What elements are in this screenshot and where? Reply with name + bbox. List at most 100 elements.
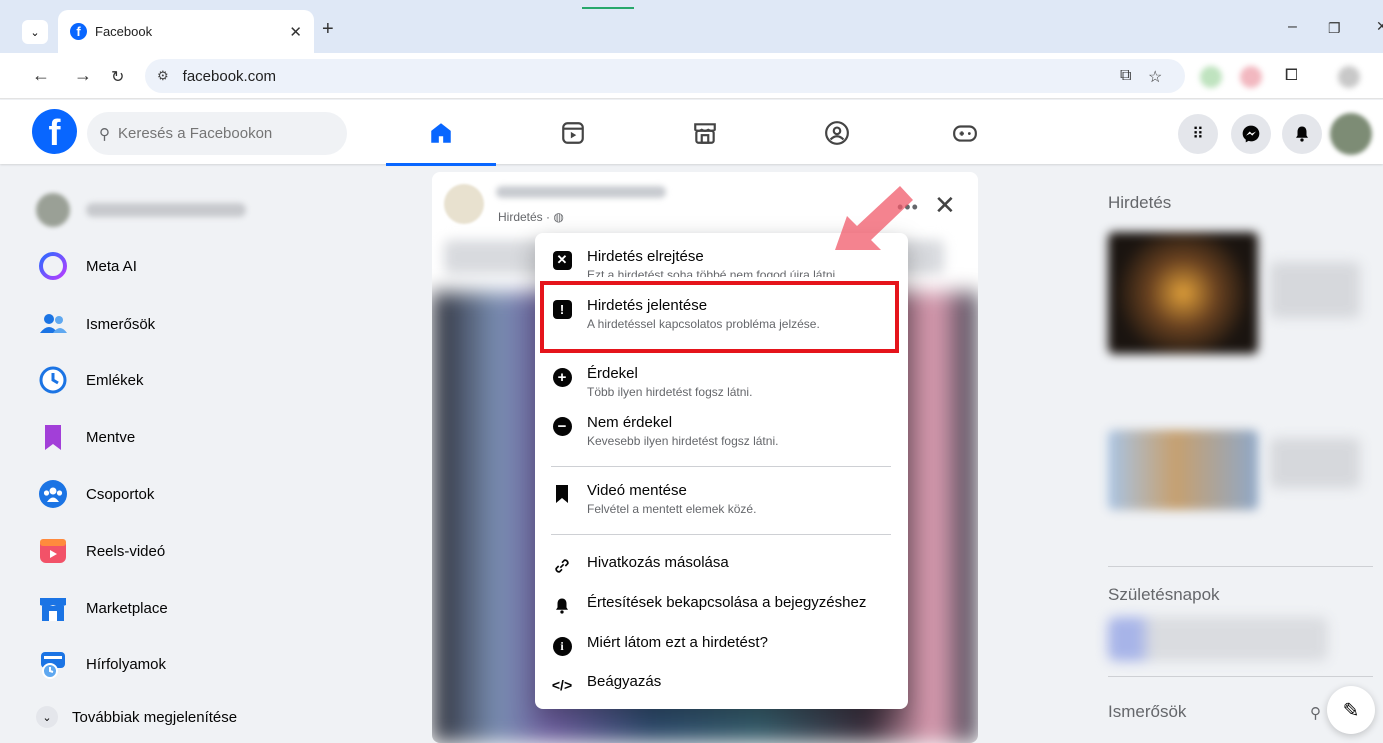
menu-item-subtitle: Kevesebb ilyen hirdetést fogsz látni. [587,434,779,448]
restore-icon[interactable]: ❐ [1328,20,1341,37]
plus-circle-icon: + [551,366,573,388]
menu-item-why-this-ad[interactable]: i Miért látom ezt a hirdetést? [535,633,908,657]
notifications-bell-icon[interactable] [1282,114,1322,154]
back-icon[interactable]: ← [32,65,50,86]
see-more-button[interactable]: ⌄ Továbbiak megjelenítése [36,697,296,737]
marketplace-icon [36,591,70,625]
sidebar-item-friends[interactable]: Ismerősök [36,304,296,344]
facebook-favicon-icon: f [70,23,87,40]
menu-item-save-video[interactable]: Videó mentése Felvétel a mentett elemek … [535,481,908,517]
sidebar-item-label: Hírfolyamok [86,655,167,673]
omnibox[interactable]: ⚙ facebook.com [145,59,1185,93]
sidebar-item-reels[interactable]: Reels-videó [36,531,296,571]
menu-item-embed[interactable]: </> Beágyazás [535,672,908,696]
url-text[interactable]: facebook.com [183,68,276,85]
sidebar-item-feeds[interactable]: Hírfolyamok [36,644,296,684]
home-icon [431,123,451,143]
sidebar-item-meta-ai[interactable]: Meta AI [36,246,296,286]
birthday-item-blurred[interactable] [1108,617,1328,661]
menu-item-title: Miért látom ezt a hirdetést? [587,634,768,651]
tab-search-dropdown-icon[interactable]: ⌄ [22,20,48,44]
sidebar-item-label: Reels-videó [86,542,166,560]
menu-item-title: Beágyazás [587,673,662,690]
new-message-compose-icon[interactable]: ✎ [1327,686,1375,734]
see-more-label: Továbbiak megjelenítése [72,708,238,726]
search-input[interactable] [118,125,318,142]
bookmark-icon [551,483,573,505]
window-close-icon[interactable]: ✕ [1376,18,1383,35]
marketplace-icon [694,123,716,144]
account-avatar[interactable] [1330,113,1372,155]
site-settings-icon[interactable]: ⚙ [157,68,169,84]
bell-icon [551,595,573,617]
ad-text-blurred[interactable] [1270,262,1360,318]
extension-icon[interactable] [1240,66,1262,88]
tab-close-icon[interactable]: ✕ [289,23,302,41]
menu-item-title: Nem érdekel [587,414,673,431]
menu-divider [551,466,891,467]
install-app-icon[interactable]: ⧉ [1120,67,1131,85]
sidebar-profile[interactable] [36,190,296,230]
forward-icon[interactable]: → [74,65,92,86]
right-divider [1108,676,1373,677]
menu-item-title: Hirdetés elrejtése [587,248,704,265]
ad-image-blurred[interactable] [1108,430,1258,510]
ad-image-blurred[interactable] [1108,232,1258,354]
ad-text-blurred[interactable] [1270,438,1360,488]
gaming-tab[interactable] [910,106,1020,160]
gaming-icon [953,125,977,142]
chevron-down-icon: ⌄ [36,706,58,728]
home-tab[interactable] [386,106,496,166]
video-tab[interactable] [518,106,628,160]
menu-item-subtitle: Ezt a hirdetést soha többé nem fogod újr… [587,268,839,277]
messenger-icon[interactable] [1231,114,1271,154]
profile-name-blurred [86,203,246,217]
sidebar-item-label: Marketplace [86,599,168,617]
sidebar-item-label: Emlékek [86,371,144,389]
address-bar-row: ← → ↻ ⚙ facebook.com ⧉ ☆ ⧠ [0,53,1383,99]
birthdays-heading: Születésnapok [1108,585,1220,604]
sidebar-item-saved[interactable]: Mentve [36,417,296,457]
contacts-heading: Ismerősök [1108,702,1187,721]
menu-item-title: Videó mentése [587,482,687,499]
sidebar-item-label: Csoportok [86,485,155,503]
pointer-arrow [835,186,913,250]
browser-tab[interactable]: f Facebook ✕ [58,10,314,53]
menu-item-not-interested[interactable]: − Nem érdekel Kevesebb ilyen hirdetést f… [535,413,908,449]
sidebar-item-marketplace[interactable]: Marketplace [36,588,296,628]
hide-ad-icon: ✕ [551,249,573,271]
extension-icon[interactable] [1200,66,1222,88]
reload-icon[interactable]: ↻ [111,67,124,87]
groups-tab[interactable] [782,106,892,160]
menu-item-turn-on-notifications[interactable]: Értesítések bekapcsolása a bejegyzéshez [535,593,908,617]
menu-item-title: Érdekel [587,365,638,382]
feeds-icon [36,647,70,681]
menu-divider [551,534,891,535]
tab-title: Facebook [95,24,153,39]
facebook-logo-icon[interactable]: f [32,109,77,154]
groups-icon [825,121,849,145]
menu-item-interested[interactable]: + Érdekel Több ilyen hirdetést fogsz lát… [535,364,908,400]
minimize-icon[interactable]: – [1288,18,1297,36]
marketplace-tab[interactable] [650,106,760,160]
menu-item-copy-link[interactable]: Hivatkozás másolása [535,553,908,577]
advertiser-avatar[interactable] [444,184,484,224]
link-icon [551,555,573,577]
saved-bookmark-icon [36,420,70,454]
extensions-puzzle-icon[interactable]: ⧠ [1285,67,1298,85]
bookmark-star-icon[interactable]: ☆ [1148,67,1162,87]
new-tab-icon[interactable]: + [322,18,334,41]
sidebar-item-groups[interactable]: Csoportok [36,474,296,514]
menu-grid-icon[interactable]: ⠿ [1178,114,1218,154]
post-meta: Hirdetés · ◍ [498,210,564,224]
hide-post-close-icon[interactable]: ✕ [934,190,956,221]
contacts-search-icon[interactable]: ⚲ [1310,704,1321,722]
profile-avatar[interactable] [1338,66,1360,88]
report-ad-highlight-box [540,281,899,353]
minus-circle-icon: − [551,415,573,437]
sidebar-item-label: Meta AI [86,257,137,275]
sidebar-item-label: Ismerősök [86,315,156,333]
sidebar-item-memories[interactable]: Emlékek [36,360,296,400]
right-divider [1108,566,1373,567]
search-box[interactable]: ⚲ [87,112,347,155]
